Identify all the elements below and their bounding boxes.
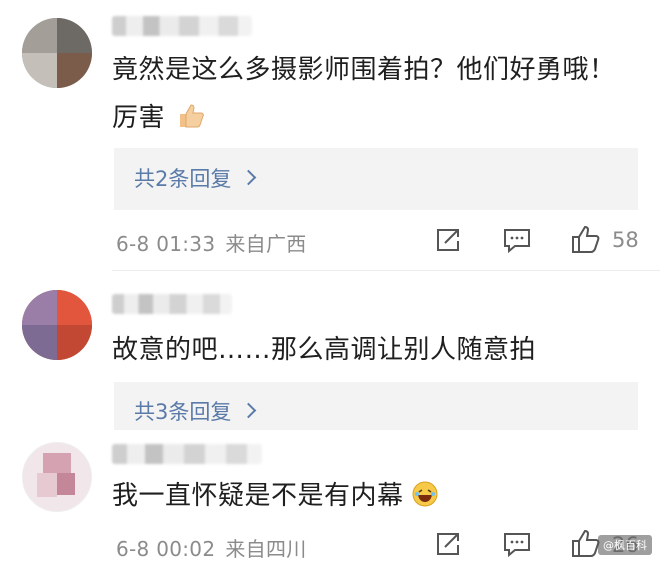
share-icon[interactable] <box>434 226 462 254</box>
username[interactable] <box>112 294 232 314</box>
avatar[interactable] <box>22 290 92 360</box>
thumbs-up-emoji-icon <box>179 104 204 128</box>
username[interactable] <box>112 444 262 464</box>
timestamp: 6-8 01:33 <box>116 232 216 256</box>
timestamp: 6-8 00:02 <box>116 537 216 561</box>
laughing-emoji-icon <box>412 481 438 507</box>
chevron-right-icon <box>241 169 257 186</box>
comment-2: 故意的吧……那么高调让别人随意拍 共3条回复 <box>0 280 660 430</box>
like-icon[interactable] <box>570 224 602 254</box>
view-replies-link[interactable]: 共2条回复 <box>134 148 257 210</box>
like-count: 58 <box>612 228 639 252</box>
location: 来自广西 <box>225 232 307 256</box>
comment-text: 我一直怀疑是不是有内幕 <box>112 476 438 516</box>
comment-meta: 6-8 00:02 来自四川 <box>116 533 307 562</box>
username[interactable] <box>112 16 252 36</box>
comment-icon[interactable] <box>502 226 532 254</box>
divider <box>112 270 660 271</box>
comment-text-line2: 厉害 <box>112 98 206 138</box>
avatar[interactable] <box>22 442 92 512</box>
comment-3: 我一直怀疑是不是有内幕 6-8 00:02来自四川 26 <box>0 430 660 561</box>
reply-box[interactable]: 共3条回复 <box>114 382 638 430</box>
chevron-right-icon <box>241 402 257 419</box>
location: 来自四川 <box>225 537 307 561</box>
comment-text: 竟然是这么多摄影师围着拍？他们好勇哦！ <box>112 55 616 85</box>
comment-icon[interactable] <box>502 530 532 558</box>
reply-box[interactable]: 共2条回复 <box>114 148 638 210</box>
avatar[interactable] <box>22 18 92 88</box>
comment-text: 故意的吧……那么高调让别人随意拍 <box>112 335 537 365</box>
share-icon[interactable] <box>434 530 462 558</box>
comment-meta: 6-8 01:33 来自广西 <box>116 228 307 257</box>
watermark: @枫百科 <box>598 535 652 555</box>
comment-1: 竟然是这么多摄影师围着拍？他们好勇哦！ 厉害 共2条回复 6-8 01:33 来自… <box>0 0 660 265</box>
